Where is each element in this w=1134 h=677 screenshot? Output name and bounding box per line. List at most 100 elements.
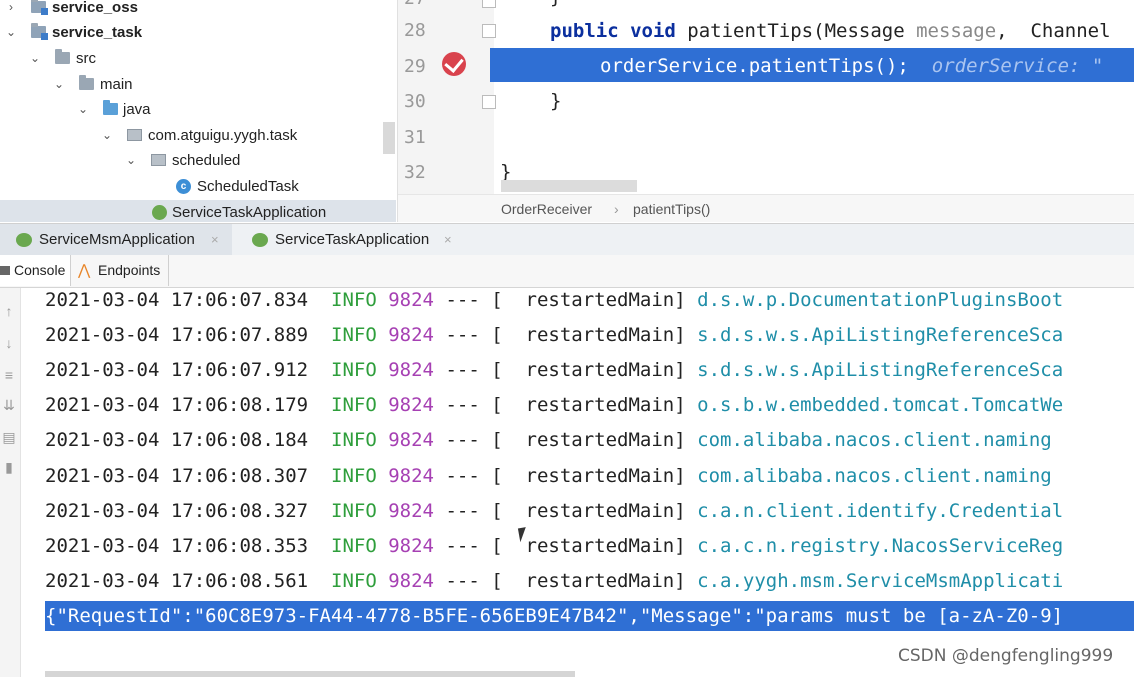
log-separator: --- — [445, 394, 480, 416]
breadcrumb-class[interactable]: OrderReceiver — [501, 195, 592, 222]
close-icon[interactable]: × — [211, 224, 219, 255]
log-thread: [ restartedMain] — [491, 500, 686, 522]
tree-item-main[interactable]: ⌄ main — [0, 72, 396, 97]
console-scrollbar[interactable] — [45, 671, 575, 677]
line-number: 27 — [404, 0, 440, 9]
log-timestamp: 2021-03-04 17:06:08.327 — [45, 500, 309, 522]
tree-item-label: main — [100, 76, 133, 93]
line-number: 30 — [404, 91, 426, 112]
tree-item-src[interactable]: ⌄ src — [0, 46, 396, 71]
log-pid: 9824 — [388, 359, 434, 381]
log-row: 2021-03-04 17:06:07.834 INFO 9824 --- [ … — [45, 288, 1063, 323]
fold-marker-icon[interactable] — [482, 24, 496, 38]
tab-label: Endpoints — [98, 262, 161, 278]
log-pid: 9824 — [388, 324, 434, 346]
log-pid: 9824 — [388, 465, 434, 487]
spring-boot-icon — [152, 205, 167, 220]
log-level: INFO — [331, 465, 377, 487]
log-logger: c.a.c.n.registry.NacosServiceReg — [697, 535, 1064, 557]
spring-boot-icon — [252, 233, 268, 247]
log-timestamp: 2021-03-04 17:06:08.307 — [45, 465, 309, 487]
tree-item-servicetaskapplication[interactable]: ServiceTaskApplication — [0, 200, 396, 222]
log-pid: 9824 — [388, 570, 434, 592]
tab-endpoints[interactable]: ⋀ Endpoints — [72, 255, 169, 286]
chevron-right-icon[interactable]: › — [4, 0, 18, 20]
fold-marker-icon[interactable] — [482, 95, 496, 109]
tree-item-service-task[interactable]: ⌄ service_task — [0, 20, 396, 45]
log-timestamp: 2021-03-04 17:06:07.889 — [45, 324, 309, 346]
package-icon — [151, 154, 166, 166]
log-separator: --- — [445, 324, 480, 346]
log-separator: --- — [445, 289, 480, 311]
log-pid: 9824 — [388, 429, 434, 451]
breakpoint-icon[interactable] — [442, 52, 466, 76]
trash-icon[interactable]: ▮ — [2, 460, 16, 474]
log-separator: --- — [445, 429, 480, 451]
print-icon[interactable]: ▤ — [2, 430, 16, 444]
tab-service-msm-application[interactable]: ServiceMsmApplication × — [0, 224, 232, 255]
tab-service-task-application[interactable]: ServiceTaskApplication × — [250, 224, 470, 255]
tree-item-package-task[interactable]: ⌄ com.atguigu.yygh.task — [0, 123, 396, 148]
tab-console[interactable]: Console — [0, 255, 71, 286]
log-thread: [ restartedMain] — [491, 429, 686, 451]
log-logger: c.a.yygh.msm.ServiceMsmApplicati — [697, 570, 1064, 592]
log-row: 2021-03-04 17:06:08.184 INFO 9824 --- [ … — [45, 428, 1052, 463]
log-timestamp: 2021-03-04 17:06:07.834 — [45, 289, 309, 311]
console-toolbar: ↑ ↓ ≡ ⇊ ▤ ▮ — [0, 288, 21, 677]
line-number: 28 — [404, 20, 426, 41]
log-pid: 9824 — [388, 394, 434, 416]
chevron-down-icon[interactable]: ⌄ — [100, 123, 114, 148]
tree-item-label: src — [76, 50, 96, 67]
tree-item-scheduled[interactable]: ⌄ scheduled — [0, 148, 396, 173]
tree-item-label: scheduled — [172, 152, 241, 169]
tree-item-java[interactable]: ⌄ java — [0, 97, 396, 122]
tree-scrollbar[interactable] — [383, 122, 395, 154]
log-timestamp: 2021-03-04 17:06:07.912 — [45, 359, 309, 381]
inline-debug-hint: orderService: " — [931, 55, 1104, 77]
watermark: CSDN @dengfengling999 — [898, 646, 1114, 666]
log-separator: --- — [445, 500, 480, 522]
log-separator: --- — [445, 535, 480, 557]
endpoints-icon: ⋀ — [78, 262, 91, 279]
fold-marker-icon[interactable] — [482, 0, 496, 8]
close-icon[interactable]: × — [444, 224, 452, 255]
log-level: INFO — [331, 429, 377, 451]
log-level: INFO — [331, 324, 377, 346]
project-tree: › service_oss ⌄ service_task ⌄ src ⌄ mai… — [0, 0, 396, 222]
code-line-breakpoint: orderService.patientTips(); orderService… — [600, 55, 1103, 77]
mouse-cursor-icon — [517, 525, 537, 543]
chevron-down-icon[interactable]: ⌄ — [124, 148, 138, 173]
chevron-down-icon[interactable]: ⌄ — [4, 20, 18, 45]
log-timestamp: 2021-03-04 17:06:08.561 — [45, 570, 309, 592]
selected-output-line[interactable]: {"RequestId":"60C8E973-FA44-4778-B5FE-65… — [45, 601, 1134, 631]
code-editor[interactable]: 27 28 29 30 31 32 } public void patientT… — [397, 0, 1134, 222]
chevron-down-icon[interactable]: ⌄ — [28, 46, 42, 71]
code-method-name: patientTips — [687, 20, 814, 42]
log-logger: com.alibaba.nacos.client.naming — [697, 429, 1052, 451]
tree-item-service-oss[interactable]: › service_oss — [0, 0, 396, 20]
log-logger: c.a.n.client.identify.Credential — [697, 500, 1064, 522]
tree-item-scheduledtask[interactable]: c ScheduledTask — [0, 174, 396, 199]
log-row: 2021-03-04 17:06:08.561 INFO 9824 --- [ … — [45, 569, 1063, 604]
editor-scrollbar[interactable] — [501, 180, 637, 192]
log-row: 2021-03-04 17:06:08.353 INFO 9824 --- [ … — [45, 534, 1063, 569]
log-level: INFO — [331, 500, 377, 522]
breadcrumb-method[interactable]: patientTips() — [633, 195, 710, 222]
log-level: INFO — [331, 359, 377, 381]
log-level: INFO — [331, 570, 377, 592]
log-logger: d.s.w.p.DocumentationPluginsBoot — [697, 289, 1064, 311]
log-thread: [ restartedMain] — [491, 289, 686, 311]
log-pid: 9824 — [388, 500, 434, 522]
tree-item-label: service_task — [52, 24, 143, 41]
console-output[interactable]: 2021-03-04 17:06:07.834 INFO 9824 --- [ … — [21, 288, 1134, 677]
chevron-down-icon[interactable]: ⌄ — [52, 72, 66, 97]
scroll-down-icon[interactable]: ↓ — [2, 336, 16, 350]
log-logger: s.d.s.w.s.ApiListingReferenceSca — [697, 324, 1064, 346]
scroll-to-end-icon[interactable]: ⇊ — [2, 398, 16, 412]
scroll-up-icon[interactable]: ↑ — [2, 304, 16, 318]
log-separator: --- — [445, 570, 480, 592]
tree-item-label: java — [123, 101, 151, 118]
soft-wrap-icon[interactable]: ≡ — [2, 368, 16, 382]
code-line: } — [550, 0, 561, 8]
chevron-down-icon[interactable]: ⌄ — [76, 97, 90, 122]
